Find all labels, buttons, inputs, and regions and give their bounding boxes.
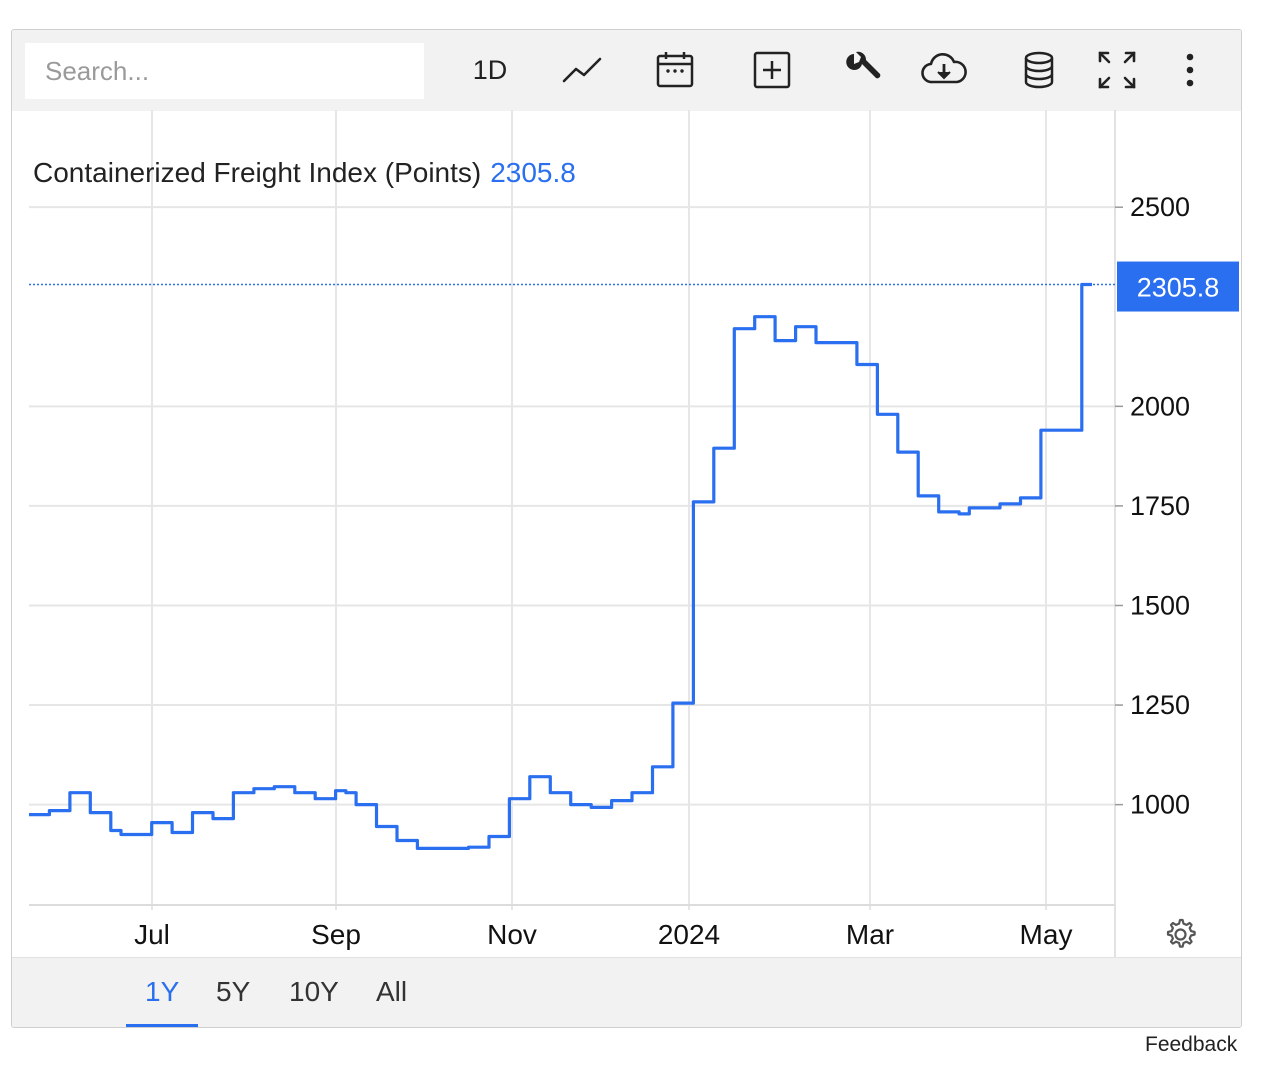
y-tick-label: 2500: [1130, 192, 1190, 222]
range-5y[interactable]: 5Y: [216, 976, 250, 1008]
x-tick-label: 2024: [658, 919, 720, 950]
chart-area: 1000 1250 1500 1750 2000 2500 Jul Sep Nov 2024 Ma…: [29, 110, 1239, 957]
range-all[interactable]: All: [376, 976, 407, 1008]
range-bar: 1Y 5Y 10Y All: [12, 957, 1241, 1027]
x-tick-label: Jul: [134, 919, 170, 950]
x-tick-label: Sep: [311, 919, 361, 950]
x-tick-label: May: [1020, 919, 1073, 950]
chart-widget: 1D: [11, 29, 1242, 1028]
series-line: [29, 282, 1092, 851]
y-tick-label: 1750: [1130, 491, 1190, 521]
y-tick-label: 1000: [1130, 790, 1190, 820]
range-10y[interactable]: 10Y: [289, 976, 339, 1008]
last-value-label: 2305.8: [1137, 273, 1220, 303]
y-tick-label: 1500: [1130, 590, 1190, 620]
y-tick-label: 2000: [1130, 391, 1190, 421]
chart-title: Containerized Freight Index (Points) 2305…: [33, 157, 576, 188]
x-tick-label: Nov: [487, 919, 537, 950]
chart-title-text: Containerized Freight Index (Points): [33, 157, 481, 188]
chart-last-value: 2305.8: [490, 157, 576, 188]
settings-button[interactable]: [1160, 914, 1200, 954]
last-value-badge: 2305.8: [1117, 261, 1239, 312]
range-1y[interactable]: 1Y: [145, 976, 179, 1008]
gear-icon: [1166, 918, 1196, 948]
active-range-indicator: [126, 1024, 198, 1027]
feedback-link[interactable]: Feedback: [1145, 1033, 1237, 1057]
x-tick-label: Mar: [846, 919, 894, 950]
y-tick-label: 1250: [1130, 690, 1190, 720]
